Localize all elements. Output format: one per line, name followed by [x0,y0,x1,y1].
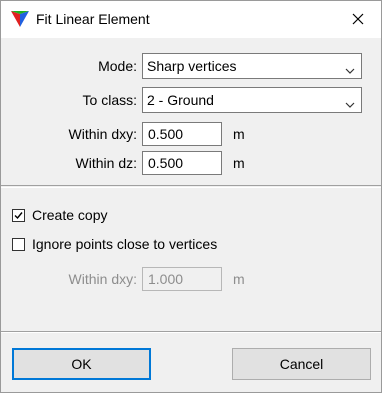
close-button[interactable] [335,1,381,38]
button-panel: OK Cancel [1,332,381,393]
mode-select[interactable]: Sharp vertices [142,53,362,79]
within-dz-label: Within dz: [75,155,137,171]
mode-value: Sharp vertices [147,58,237,74]
settings-panel: Mode: Sharp vertices To class: 2 - Groun… [1,38,381,186]
ok-button[interactable]: OK [12,348,151,380]
to-class-value: 2 - Ground [147,92,214,108]
title-bar: Fit Linear Element [1,1,381,38]
within-dxy-unit: m [233,126,245,142]
chevron-down-icon [345,62,355,74]
dialog-window: Fit Linear Element Mode: Sharp vertices … [0,0,382,393]
ok-label: OK [71,356,92,372]
within-dz-input[interactable]: 0.500 [142,151,222,175]
ignore-within-dxy-label: Within dxy: [68,271,137,287]
mode-label: Mode: [98,58,137,74]
create-copy-label[interactable]: Create copy [32,207,107,223]
to-class-select[interactable]: 2 - Ground [142,87,362,113]
window-title: Fit Linear Element [36,11,150,27]
create-copy-checkbox[interactable] [12,209,25,222]
ignore-within-dxy-input: 1.000 [142,267,222,291]
close-icon [352,12,364,28]
options-panel: Create copy Ignore points close to verti… [1,187,381,332]
cancel-label: Cancel [279,356,324,372]
cancel-button[interactable]: Cancel [232,348,371,380]
within-dz-unit: m [233,155,245,171]
within-dxy-label: Within dxy: [68,126,137,142]
within-dxy-input[interactable]: 0.500 [142,122,222,146]
ignore-points-checkbox[interactable] [12,238,25,251]
ignore-points-label[interactable]: Ignore points close to vertices [32,236,217,252]
checkmark-icon [14,212,23,220]
to-class-label: To class: [82,92,137,108]
terrasolid-triangle-icon [11,11,29,27]
chevron-down-icon [345,96,355,108]
ignore-within-dxy-unit: m [233,271,245,287]
